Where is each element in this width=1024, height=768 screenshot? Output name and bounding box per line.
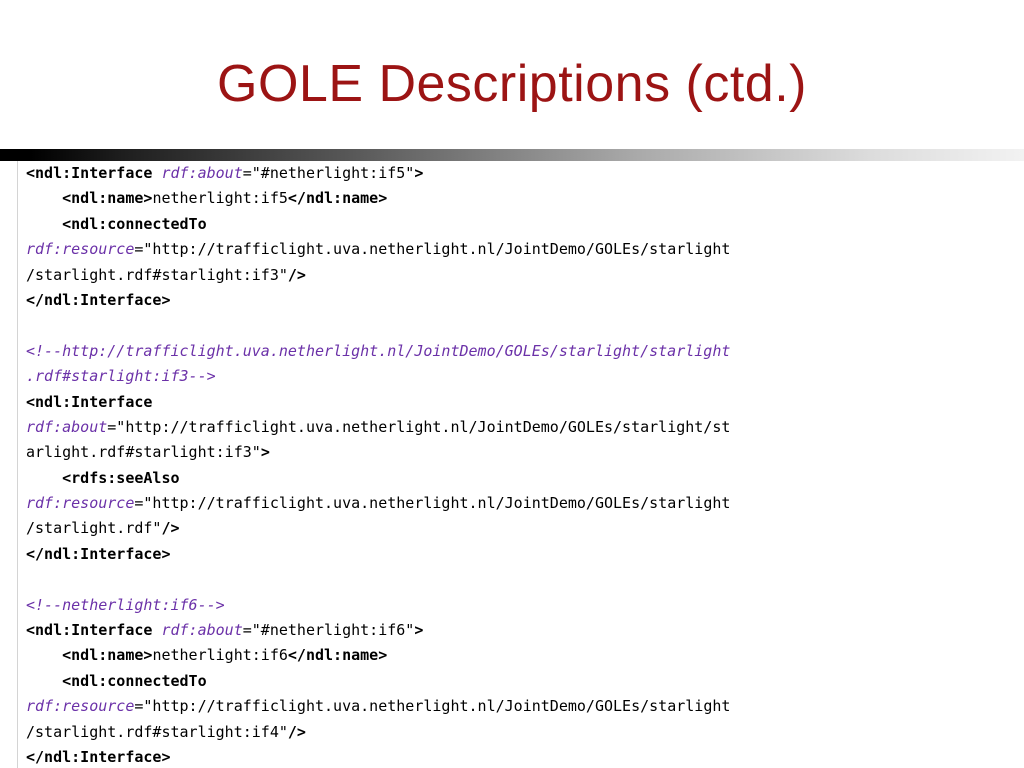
xml-text xyxy=(26,189,62,207)
xml-attribute-value: ="#netherlight:if5" xyxy=(242,164,415,182)
xml-text: netherlight:if5 xyxy=(152,189,288,208)
code-line: <ndl:Interface rdf:about="#netherlight:i… xyxy=(26,161,1016,186)
xml-attribute-value: /starlight.rdf" xyxy=(26,519,162,538)
xml-attribute: rdf:about xyxy=(161,164,243,182)
xml-tag: <ndl:connectedTo xyxy=(62,214,207,233)
code-line: .rdf#starlight:if3--> xyxy=(26,364,1016,389)
code-line: <ndl:Interface rdf:about="#netherlight:i… xyxy=(26,618,1016,643)
code-line: <rdfs:seeAlso xyxy=(26,466,1016,491)
xml-tag: <ndl:connectedTo xyxy=(62,671,207,690)
xml-text xyxy=(26,646,62,664)
xml-tag: <ndl:Interface xyxy=(26,621,162,640)
xml-tag: </ndl:Interface> xyxy=(26,544,171,563)
xml-tag: <ndl:Interface xyxy=(26,164,162,182)
xml-attribute: rdf:resource xyxy=(26,494,135,513)
xml-text xyxy=(26,469,62,487)
code-line: </ndl:Interface> xyxy=(26,542,1016,567)
code-line: <ndl:connectedTo xyxy=(26,669,1016,694)
xml-text xyxy=(26,672,62,690)
xml-attribute-value: ="#netherlight:if6" xyxy=(242,621,415,640)
code-line: rdf:resource="http://trafficlight.uva.ne… xyxy=(26,491,1016,516)
xml-tag: </ndl:Interface> xyxy=(26,747,171,766)
xml-attribute-value: /starlight.rdf#starlight:if4" xyxy=(26,722,288,741)
xml-attribute-value: ="http://trafficlight.uva.netherlight.nl… xyxy=(134,697,731,716)
code-line: rdf:resource="http://trafficlight.uva.ne… xyxy=(26,237,1016,262)
code-line: rdf:about="http://trafficlight.uva.nethe… xyxy=(26,415,1016,440)
code-line: rdf:resource="http://trafficlight.uva.ne… xyxy=(26,694,1016,719)
code-line: <ndl:name>netherlight:if6</ndl:name> xyxy=(26,643,1016,668)
xml-tag: <ndl:name> xyxy=(62,189,153,208)
xml-attribute: rdf:about xyxy=(161,621,243,640)
code-line: </ndl:Interface> xyxy=(26,288,1016,313)
xml-comment: <!--netherlight:if6--> xyxy=(26,595,225,614)
xml-tag: </ndl:Interface> xyxy=(26,290,171,309)
xml-text: netherlight:if6 xyxy=(152,646,288,665)
code-line: <ndl:connectedTo xyxy=(26,212,1016,237)
code-line: <ndl:name>netherlight:if5</ndl:name> xyxy=(26,186,1016,211)
xml-attribute-value: /starlight.rdf#starlight:if3" xyxy=(26,265,288,284)
code-gutter-line xyxy=(17,161,18,768)
xml-tag: > xyxy=(260,443,270,462)
code-line: </ndl:Interface> xyxy=(26,745,1016,768)
xml-attribute: rdf:about xyxy=(26,417,108,436)
xml-tag: <rdfs:seeAlso xyxy=(62,468,180,487)
code-line: <!--netherlight:if6--> xyxy=(26,593,1016,618)
xml-attribute-value: ="http://trafficlight.uva.netherlight.nl… xyxy=(107,417,731,436)
xml-tag: > xyxy=(414,164,424,182)
xml-tag: </ndl:name> xyxy=(287,646,388,665)
code-line: /starlight.rdf#starlight:if3"/> xyxy=(26,263,1016,288)
xml-attribute: rdf:resource xyxy=(26,240,135,259)
xml-comment: .rdf#starlight:if3--> xyxy=(26,367,216,386)
code-line: /starlight.rdf"/> xyxy=(26,516,1016,541)
xml-tag: /> xyxy=(287,722,306,741)
xml-tag: /> xyxy=(161,519,180,538)
xml-text xyxy=(26,215,62,233)
code-line: <ndl:Interface xyxy=(26,390,1016,415)
xml-tag: /> xyxy=(287,265,306,284)
code-line: /starlight.rdf#starlight:if4"/> xyxy=(26,720,1016,745)
xml-attribute-value: ="http://trafficlight.uva.netherlight.nl… xyxy=(134,494,731,513)
code-line: arlight.rdf#starlight:if3"> xyxy=(26,440,1016,465)
xml-tag: <ndl:Interface xyxy=(26,392,153,411)
xml-attribute-value: arlight.rdf#starlight:if3" xyxy=(26,443,261,462)
xml-tag: > xyxy=(414,621,424,640)
xml-tag: </ndl:name> xyxy=(287,189,388,208)
xml-attribute: rdf:resource xyxy=(26,697,135,716)
xml-comment: <!--http://trafficlight.uva.netherlight.… xyxy=(26,341,731,360)
code-line: <!--http://trafficlight.uva.netherlight.… xyxy=(26,339,1016,364)
xml-tag: <ndl:name> xyxy=(62,646,153,665)
xml-attribute-value: ="http://trafficlight.uva.netherlight.nl… xyxy=(134,240,731,259)
title-divider xyxy=(0,149,1024,161)
slide-title: GOLE Descriptions (ctd.) xyxy=(217,55,807,113)
xml-code-listing: <ndl:Interface rdf:about="#netherlight:i… xyxy=(26,161,1016,768)
